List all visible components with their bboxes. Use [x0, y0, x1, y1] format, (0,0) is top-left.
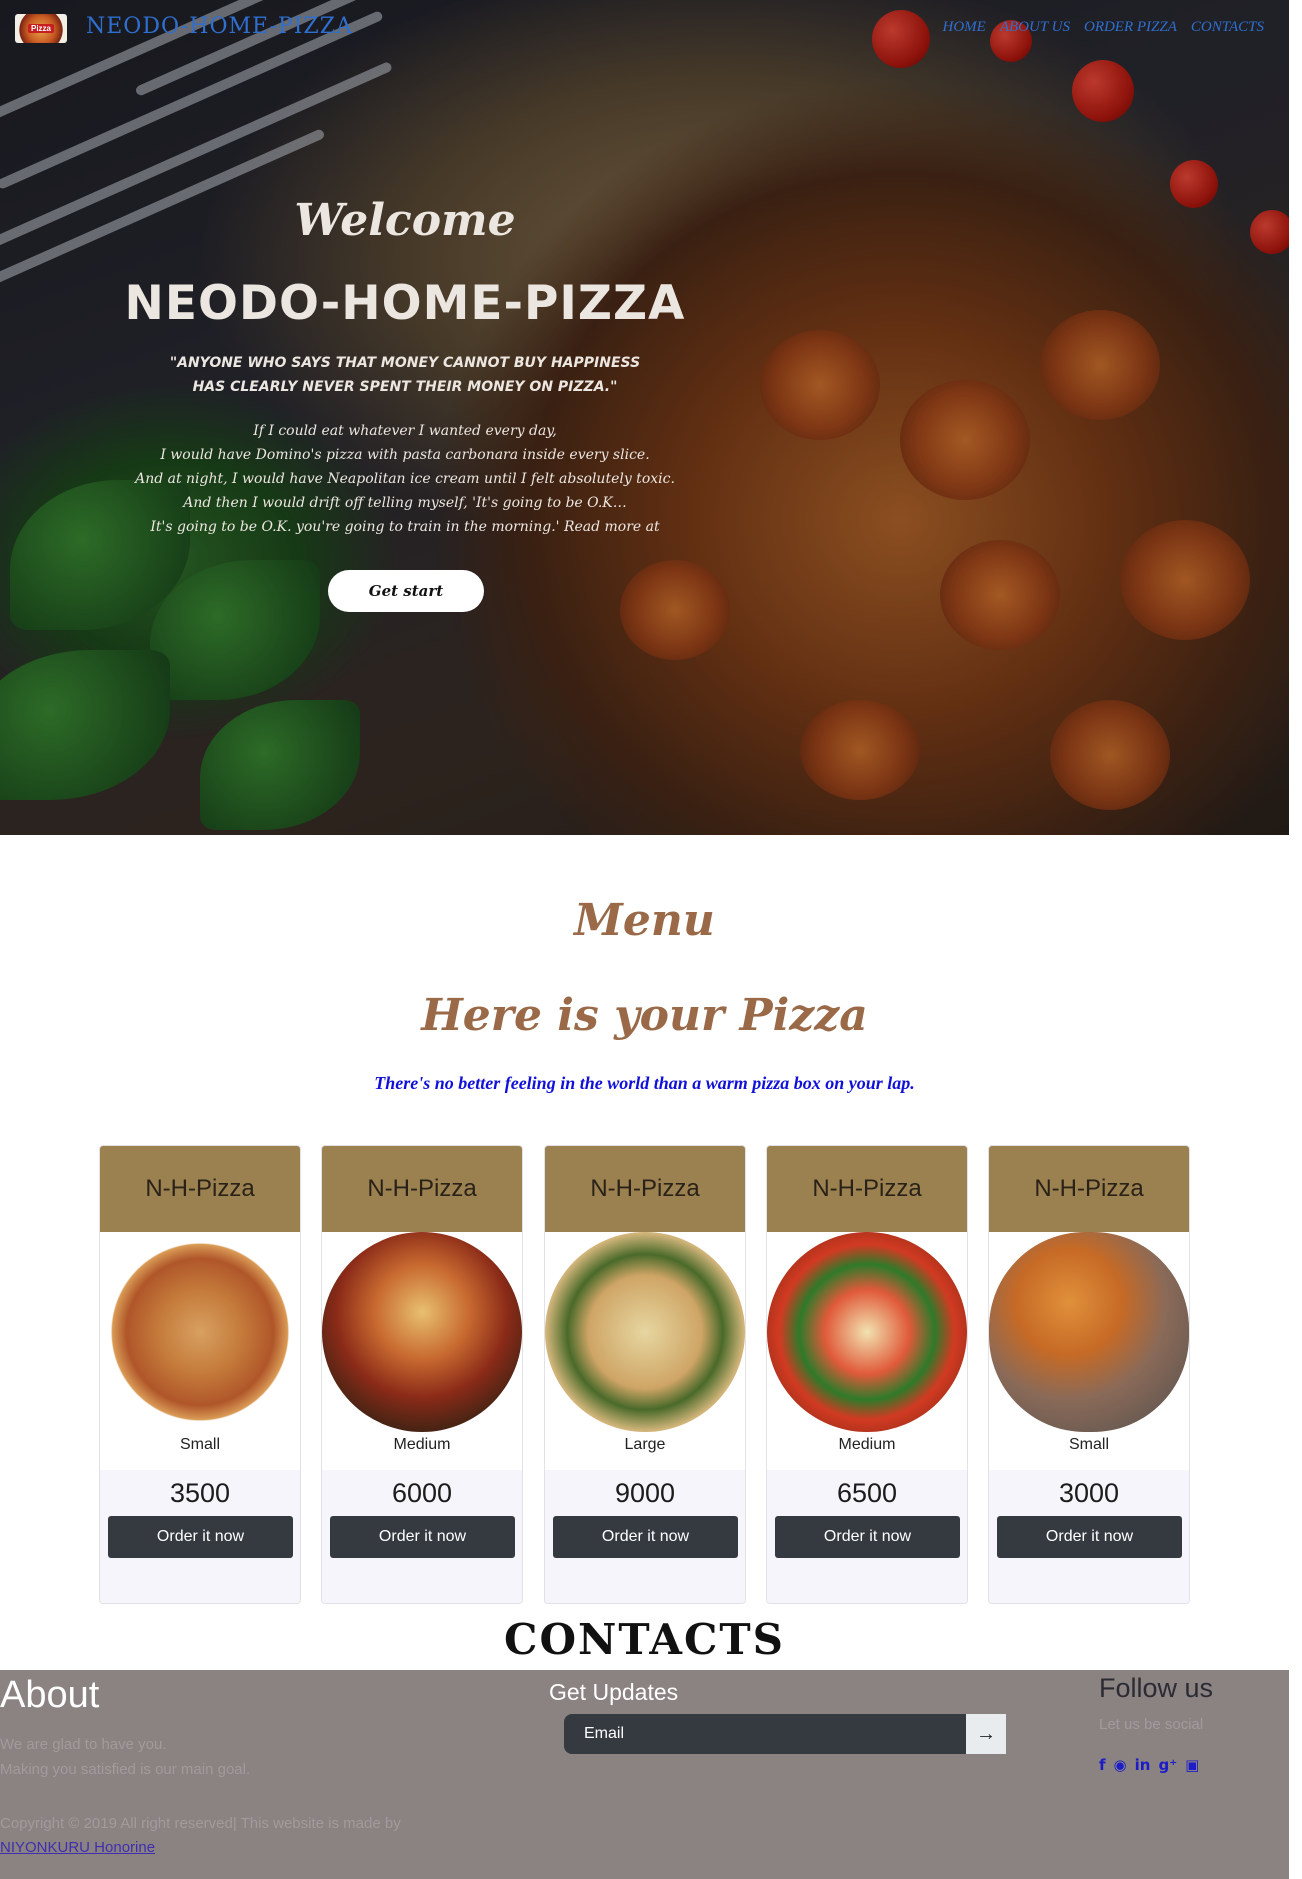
hero-poem-line: And at night, I would have Neapolitan ic… [135, 471, 675, 487]
menu-subheading: Here is your Pizza [421, 990, 868, 1041]
hero-content: Welcome NEODO-HOME-PIZZA "ANYONE WHO SAY… [110, 195, 700, 539]
pizza-image [545, 1232, 745, 1432]
hero-poem-line: It's going to be O.K. you're going to tr… [150, 519, 660, 535]
logo-label: Pizza [27, 24, 54, 33]
hero-quote-line: "ANYONE WHO SAYS THAT MONEY CANNOT BUY H… [169, 355, 641, 371]
nav-menu: HOME ABOUT US ORDER PIZZA CONTACTS [943, 19, 1265, 36]
card-price: 3000 [1058, 1478, 1120, 1508]
nav-about-us[interactable]: ABOUT US [1000, 19, 1070, 36]
card-size: Medium [393, 1436, 451, 1453]
get-updates-title: Get Updates [549, 1679, 679, 1705]
pizza-logo-icon[interactable]: Pizza [15, 14, 67, 43]
card-title: N-H-Pizza [322, 1146, 522, 1232]
hero-section: Pizza NEODO-HOME-PIZZA HOME ABOUT US ORD… [0, 0, 1289, 835]
copyright-text: Copyright © 2019 All right reserved| Thi… [0, 1815, 401, 1832]
hero-poem: If I could eat whatever I wanted every d… [110, 419, 700, 539]
hero-poem-line: I would have Domino's pizza with pasta c… [160, 447, 650, 463]
nav-contacts[interactable]: CONTACTS [1191, 19, 1264, 36]
card-footer: 9000 Order it now [545, 1470, 745, 1603]
contacts-heading: CONTACTS [504, 1615, 785, 1664]
google-plus-icon[interactable]: g⁺ [1158, 1756, 1177, 1774]
email-submit-arrow-icon[interactable]: → [966, 1714, 1006, 1754]
pizza-image [100, 1232, 300, 1432]
pizza-photo [545, 1232, 745, 1432]
order-button[interactable]: Order it now [553, 1516, 738, 1558]
order-button[interactable]: Order it now [108, 1516, 293, 1558]
about-line: We are glad to have you. [0, 1736, 167, 1753]
pizza-card: N-H-Pizza Small 3000 Order it now [988, 1145, 1190, 1604]
follow-us-title: Follow us [1099, 1673, 1214, 1703]
card-footer: 3500 Order it now [100, 1470, 300, 1603]
pizza-image [322, 1232, 522, 1432]
brand-link[interactable]: NEODO-HOME-PIZZA [86, 14, 353, 39]
card-price: 6000 [391, 1478, 453, 1508]
about-line: Making you satisfied is our main goal. [0, 1761, 251, 1778]
pizza-card: N-H-Pizza Small 3500 Order it now [99, 1145, 301, 1604]
email-input[interactable] [564, 1714, 966, 1754]
social-links: f ◉ in g⁺ ▣ [1099, 1756, 1199, 1774]
order-button[interactable]: Order it now [775, 1516, 960, 1558]
card-title: N-H-Pizza [100, 1146, 300, 1232]
card-footer: 6000 Order it now [322, 1470, 522, 1603]
order-button[interactable]: Order it now [997, 1516, 1182, 1558]
card-size: Large [624, 1436, 666, 1453]
follow-us-subtitle: Let us be social [1099, 1716, 1204, 1733]
pizza-photo [767, 1232, 967, 1432]
card-title: N-H-Pizza [989, 1146, 1189, 1232]
facebook-icon[interactable]: f [1099, 1756, 1106, 1774]
pizza-photo [322, 1232, 522, 1432]
pizza-card: N-H-Pizza Medium 6000 Order it now [321, 1145, 523, 1604]
menu-heading: Menu [574, 895, 715, 946]
about-title: About [0, 1674, 100, 1716]
get-start-button[interactable]: Get start [328, 570, 484, 612]
hero-quote-line: HAS CLEARLY NEVER SPENT THEIR MONEY ON P… [192, 379, 618, 395]
menu-tagline: There's no better feeling in the world t… [374, 1073, 915, 1093]
card-price: 9000 [614, 1478, 676, 1508]
card-size: Small [179, 1436, 220, 1453]
pizza-photo [989, 1232, 1189, 1432]
card-size: Small [1068, 1436, 1109, 1453]
card-price: 6500 [836, 1478, 898, 1508]
hero-poem-line: And then I would drift off telling mysel… [183, 495, 627, 511]
card-footer: 3000 Order it now [989, 1470, 1189, 1603]
pizza-photo [100, 1232, 300, 1432]
author-link[interactable]: NIYONKURU Honorine [0, 1839, 155, 1856]
navbar: Pizza NEODO-HOME-PIZZA HOME ABOUT US ORD… [0, 0, 1289, 56]
nav-order-pizza[interactable]: ORDER PIZZA [1084, 19, 1177, 36]
card-title: N-H-Pizza [767, 1146, 967, 1232]
footer: About We are glad to have you. Making yo… [0, 1670, 1289, 1879]
hero-quote: "ANYONE WHO SAYS THAT MONEY CANNOT BUY H… [110, 351, 700, 399]
pizza-card: N-H-Pizza Large 9000 Order it now [544, 1145, 746, 1604]
pizza-card: N-H-Pizza Medium 6500 Order it now [766, 1145, 968, 1604]
github-icon[interactable]: ◉ [1114, 1756, 1127, 1774]
linkedin-icon[interactable]: in [1135, 1756, 1151, 1774]
instagram-icon[interactable]: ▣ [1185, 1756, 1199, 1774]
hero-poem-line: If I could eat whatever I wanted every d… [253, 423, 557, 439]
card-title: N-H-Pizza [545, 1146, 745, 1232]
nav-home[interactable]: HOME [943, 19, 986, 36]
card-footer: 6500 Order it now [767, 1470, 967, 1603]
pizza-image [989, 1232, 1189, 1432]
order-button[interactable]: Order it now [330, 1516, 515, 1558]
hero-welcome: Welcome [294, 195, 516, 246]
card-size: Medium [838, 1436, 896, 1453]
card-price: 3500 [169, 1478, 231, 1508]
pizza-image [767, 1232, 967, 1432]
hero-title: NEODO-HOME-PIZZA [124, 276, 686, 331]
